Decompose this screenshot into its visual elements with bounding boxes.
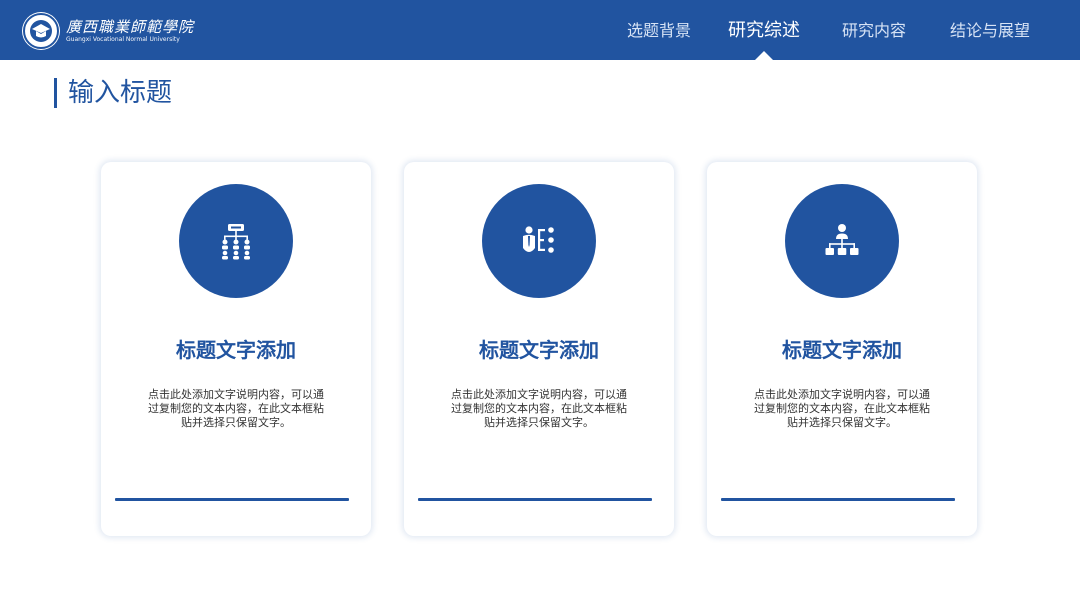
card-divider (418, 498, 652, 501)
card-description[interactable]: 点击此处添加文字说明内容，可以通过复制您的文本内容，在此文本框粘贴并选择只保留文… (146, 388, 326, 430)
card-description[interactable]: 点击此处添加文字说明内容，可以通过复制您的文本内容，在此文本框粘贴并选择只保留文… (752, 388, 932, 430)
page-title[interactable]: 输入标题 (54, 78, 172, 108)
card-icon-badge (179, 184, 293, 298)
top-bar: 廣西職業師範學院 Guangxi Vocational Normal Unive… (0, 0, 1080, 60)
card-title[interactable]: 标题文字添加 (404, 334, 674, 363)
org-chart-icon (825, 224, 859, 255)
active-nav-indicator (755, 51, 773, 60)
nav-item-background[interactable]: 选题背景 (604, 0, 714, 60)
university-seal-icon (22, 12, 60, 50)
nav-item-label: 结论与展望 (949, 21, 1030, 40)
nav-item-label: 研究综述 (728, 20, 800, 41)
nav-item-content[interactable]: 研究内容 (824, 0, 924, 60)
card-description[interactable]: 点击此处添加文字说明内容，可以通过复制您的文本内容，在此文本框粘贴并选择只保留文… (449, 388, 629, 430)
feature-card-3: 标题文字添加 点击此处添加文字说明内容，可以通过复制您的文本内容，在此文本框粘贴… (707, 162, 977, 536)
card-icon-badge (785, 184, 899, 298)
card-divider (721, 498, 955, 501)
nav-item-label: 选题背景 (626, 21, 691, 40)
nav-item-review[interactable]: 研究综述 (714, 0, 814, 60)
feature-card-1: 标题文字添加 点击此处添加文字说明内容，可以通过复制您的文本内容，在此文本框粘贴… (101, 162, 371, 536)
card-title[interactable]: 标题文字添加 (707, 334, 977, 363)
logo-chinese-name: 廣西職業師範學院 (66, 18, 195, 36)
nav-item-conclusion[interactable]: 结论与展望 (930, 0, 1050, 60)
feature-card-2: 标题文字添加 点击此处添加文字说明内容，可以通过复制您的文本内容，在此文本框粘贴… (404, 162, 674, 536)
card-title[interactable]: 标题文字添加 (101, 334, 371, 363)
logo-english-name: Guangxi Vocational Normal University (66, 36, 180, 43)
person-list-icon (523, 226, 554, 253)
card-icon-badge (482, 184, 596, 298)
card-divider (115, 498, 349, 501)
nav-item-label: 研究内容 (841, 21, 906, 40)
network-hierarchy-icon (222, 224, 250, 260)
university-logo[interactable]: 廣西職業師範學院 Guangxi Vocational Normal Unive… (22, 12, 194, 50)
